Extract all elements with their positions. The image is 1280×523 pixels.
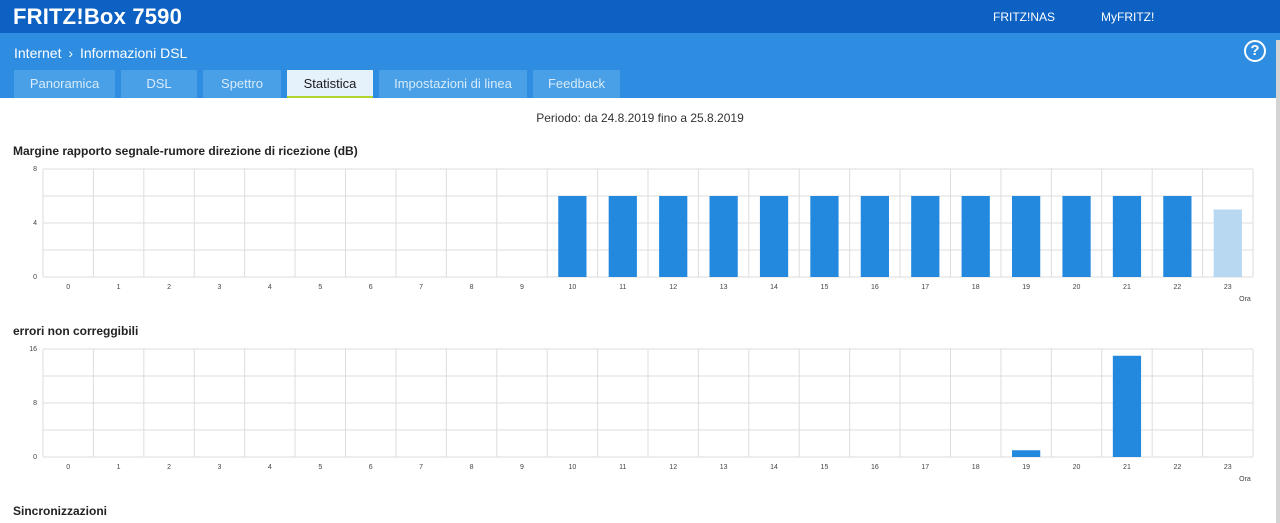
period-label: Periodo: da 24.8.2019 fino a 25.8.2019 — [536, 111, 744, 125]
errors-x-tick: 14 — [770, 464, 778, 471]
snr-x-tick: 12 — [669, 284, 677, 291]
snr-x-tick: 1 — [117, 284, 121, 291]
snr-x-tick: 3 — [218, 284, 222, 291]
snr-y-tick: 4 — [33, 220, 37, 227]
errors-y-tick: 16 — [29, 346, 37, 353]
errors-x-tick: 16 — [871, 464, 879, 471]
snr-bar — [860, 196, 889, 277]
snr-x-tick: 17 — [921, 284, 929, 291]
snr-bar — [1012, 196, 1041, 277]
snr-x-tick: 2 — [167, 284, 171, 291]
tab-dsl[interactable]: DSL — [121, 70, 197, 98]
breadcrumb: Internet › Informazioni DSL — [14, 45, 187, 61]
help-icon[interactable]: ? — [1244, 40, 1266, 62]
snr-bar — [558, 196, 587, 277]
snr-y-tick: 8 — [33, 166, 37, 173]
snr-bar — [961, 196, 990, 277]
errors-x-tick: 1 — [117, 464, 121, 471]
errors-x-tick: 8 — [470, 464, 474, 471]
snr-bar — [709, 196, 738, 277]
errors-y-tick: 0 — [33, 454, 37, 461]
errors-x-tick: 2 — [167, 464, 171, 471]
errors-bar — [1012, 450, 1041, 457]
errors-x-tick: 4 — [268, 464, 272, 471]
errors-x-tick: 0 — [66, 464, 70, 471]
errors-y-tick: 8 — [33, 400, 37, 407]
snr-x-tick: 23 — [1224, 284, 1232, 291]
snr-x-tick: 8 — [470, 284, 474, 291]
snr-x-tick: 5 — [318, 284, 322, 291]
snr-x-tick: 7 — [419, 284, 423, 291]
snr-x-tick: 14 — [770, 284, 778, 291]
breadcrumb-separator: › — [68, 45, 74, 61]
snr-y-tick: 0 — [33, 274, 37, 281]
errors-x-tick: 3 — [218, 464, 222, 471]
errors-x-axis-label: Ora — [1239, 476, 1251, 483]
fritznas-link[interactable]: FRITZ!NAS — [993, 10, 1055, 24]
errors-chart-title: errori non correggibili — [13, 324, 139, 338]
errors-x-tick: 18 — [972, 464, 980, 471]
snr-x-tick: 6 — [369, 284, 373, 291]
snr-bar — [1163, 196, 1192, 277]
myfritz-link[interactable]: MyFRITZ! — [1101, 10, 1154, 24]
errors-x-tick: 20 — [1073, 464, 1081, 471]
snr-x-tick: 10 — [568, 284, 576, 291]
snr-x-tick: 11 — [619, 284, 626, 291]
errors-bar — [1112, 355, 1142, 457]
errors-x-tick: 21 — [1123, 464, 1131, 471]
breadcrumb-internet[interactable]: Internet — [14, 45, 61, 61]
errors-x-tick: 13 — [720, 464, 728, 471]
snr-x-tick: 20 — [1073, 284, 1081, 291]
errors-chart: 08160 1 2 3 4 5 6 7 8 9 10 11 12 13 14 15 16 17 18 19 20 21 22… — [29, 346, 1254, 483]
snr-bar — [659, 196, 688, 277]
tab-spettro[interactable]: Spettro — [203, 70, 281, 98]
snr-x-tick: 15 — [821, 284, 829, 291]
errors-x-tick: 11 — [619, 464, 626, 471]
sub-header: Internet › Informazioni DSL ? Panoramica… — [0, 33, 1280, 98]
snr-bar — [759, 196, 789, 277]
errors-x-tick: 17 — [921, 464, 929, 471]
breadcrumb-current: Informazioni DSL — [79, 45, 188, 61]
errors-x-tick: 7 — [419, 464, 423, 471]
snr-x-tick: 22 — [1173, 284, 1181, 291]
snr-x-tick: 18 — [972, 284, 980, 291]
snr-x-axis-label: Ora — [1239, 296, 1251, 303]
snr-x-tick: 4 — [268, 284, 272, 291]
snr-x-tick: 0 — [66, 284, 70, 291]
brand-logo: FRITZ!Box 7590 — [13, 4, 183, 29]
tab-panoramica[interactable]: Panoramica — [14, 70, 115, 98]
errors-x-tick: 5 — [318, 464, 322, 471]
snr-x-tick: 19 — [1022, 284, 1030, 291]
tab-statistica[interactable]: Statistica — [287, 70, 373, 98]
tab-feedback[interactable]: Feedback — [533, 70, 620, 98]
snr-bar — [608, 196, 637, 277]
snr-bar — [1213, 209, 1242, 277]
errors-x-tick: 6 — [369, 464, 373, 471]
errors-x-tick: 9 — [520, 464, 524, 471]
snr-bar — [1112, 196, 1142, 277]
sync-section-title: Sincronizzazioni — [13, 504, 108, 518]
snr-bar — [911, 196, 940, 277]
errors-x-tick: 15 — [821, 464, 829, 471]
errors-x-tick: 12 — [669, 464, 677, 471]
snr-x-tick: 16 — [871, 284, 879, 291]
errors-x-tick: 10 — [568, 464, 576, 471]
tab-impostazioni-di-linea[interactable]: Impostazioni di linea — [379, 70, 527, 98]
snr-chart: 0480 1 2 3 4 5 6 7 8 9 10 11 12 13 14 15 16 17 18 19 20 21 22 2… — [33, 166, 1254, 303]
errors-x-tick: 22 — [1173, 464, 1181, 471]
snr-x-tick: 9 — [520, 284, 524, 291]
top-bar: FRITZ!Box 7590 FRITZ!NAS MyFRITZ! — [0, 0, 1280, 33]
snr-bar — [810, 196, 839, 277]
snr-x-tick: 13 — [720, 284, 728, 291]
snr-x-tick: 21 — [1123, 284, 1131, 291]
errors-x-tick: 23 — [1224, 464, 1232, 471]
snr-bar — [1062, 196, 1091, 277]
errors-x-tick: 19 — [1022, 464, 1030, 471]
snr-chart-title: Margine rapporto segnale-rumore direzion… — [13, 144, 358, 158]
